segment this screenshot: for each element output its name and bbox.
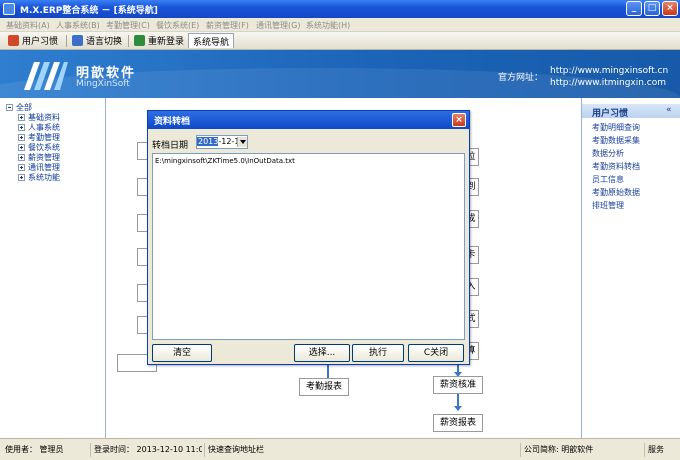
status-service: 服务 (644, 443, 678, 457)
language-icon (72, 35, 83, 46)
official-url-2[interactable]: http://www.itmingxin.com (550, 78, 666, 88)
flow-arrow (454, 394, 462, 411)
expand-icon[interactable] (18, 164, 25, 171)
relogin-label: 重新登录 (148, 37, 185, 47)
expand-icon[interactable] (18, 154, 25, 161)
menu-basic-data[interactable]: 基础资料(A) (6, 20, 50, 31)
language-label: 语言切换 (86, 37, 123, 47)
dialog-title: 资料转档 (154, 117, 191, 127)
tree-item-label: 系统功能 (28, 173, 60, 182)
user-habits-panel-header: 用户习惯 « (582, 104, 680, 119)
shortcut-attendance-detail[interactable]: 考勤明细查询 (592, 122, 640, 133)
module-tree: 全部 基础资料 人事系统 考勤管理 餐饮系统 薪资管理 通讯管理 系统功能 (0, 98, 106, 438)
menu-attendance[interactable]: 考勤管理(C) (106, 20, 150, 31)
panel-title: 用户习惯 (592, 109, 629, 119)
dialog-title-bar: 资料转档 × (148, 111, 469, 129)
shortcut-employee-info[interactable]: 员工信息 (592, 174, 624, 185)
toolbar-separator (66, 35, 67, 47)
dropdown-arrow-icon[interactable] (237, 137, 247, 147)
official-url-1[interactable]: http://www.mingxinsoft.cn (550, 66, 668, 76)
expand-icon[interactable] (18, 124, 25, 131)
menu-communication[interactable]: 通讯管理(G) (256, 20, 300, 31)
status-user: 使用者： 管理员 (5, 445, 64, 454)
tree-item-system[interactable]: 系统功能 (18, 172, 60, 183)
quick-query-input[interactable]: 快速查询地址栏 (204, 443, 266, 457)
dialog-close-icon[interactable]: × (452, 113, 466, 127)
tab-system-nav-label: 系统导航 (193, 37, 230, 48)
window-title-bar: M.X.ERP整合系统 － [系统导航] _ □ × (0, 0, 680, 18)
date-year-selected: 2013 (197, 137, 219, 146)
status-login-time: 登录时间： 2013-12-10 11:02 (90, 443, 202, 457)
user-habits-icon (8, 35, 19, 46)
relogin-icon (134, 35, 145, 46)
window-title: M.X.ERP整合系统 － [系统导航] (20, 6, 158, 16)
shortcut-data-analysis[interactable]: 数据分析 (592, 148, 624, 159)
maximize-button[interactable]: □ (644, 1, 660, 16)
expand-icon[interactable] (18, 134, 25, 141)
toolbar-separator (128, 35, 129, 47)
menu-catering[interactable]: 餐饮系统(E) (156, 20, 199, 31)
official-site-label: 官方网址： (498, 73, 544, 83)
shortcut-raw-data[interactable]: 考勤原始数据 (592, 187, 640, 198)
file-path-list[interactable]: E:\mingxinsoft\ZKTime5.0\InOutData.txt (152, 153, 465, 340)
shortcut-attendance-collect[interactable]: 考勤数据采集 (592, 135, 640, 146)
transfer-date-label: 转档日期 (152, 141, 189, 151)
expand-icon[interactable] (18, 114, 25, 121)
language-button[interactable]: 语言切换 (72, 33, 122, 48)
brand-banner: 明歆软件 MingXinSoft 官方网址： http://www.mingxi… (0, 50, 680, 98)
user-habits-button[interactable]: 用户习惯 (8, 33, 58, 48)
salary-check-box[interactable]: 薪资核准 (433, 376, 483, 394)
dialog-close-button[interactable]: C关闭 (408, 344, 464, 362)
collapse-icon[interactable]: « (666, 105, 672, 115)
attendance-report-box[interactable]: 考勤报表 (299, 378, 349, 396)
relogin-button[interactable]: 重新登录 (134, 33, 184, 48)
shortcut-data-transfer[interactable]: 考勤资料转档 (592, 161, 640, 172)
file-path-entry[interactable]: E:\mingxinsoft\ZKTime5.0\InOutData.txt (155, 157, 295, 165)
expand-icon[interactable] (18, 174, 25, 181)
toolbar: 用户习惯 语言切换 重新登录 系统导航 (0, 32, 680, 50)
salary-report-box[interactable]: 薪资报表 (433, 414, 483, 432)
user-habits-label: 用户习惯 (22, 37, 59, 47)
menu-bar: 基础资料(A) 人事系统(B) 考勤管理(C) 餐饮系统(E) 薪资管理(F) … (0, 18, 680, 32)
shortcut-shift-management[interactable]: 排班管理 (592, 200, 624, 211)
app-icon (3, 3, 15, 15)
collapse-icon[interactable] (6, 104, 13, 111)
menu-salary[interactable]: 薪资管理(F) (206, 20, 249, 31)
data-transfer-dialog: 资料转档 × 转档日期 2013-12-10 E:\mingxinsoft\ZK… (147, 110, 470, 365)
mingxin-logo-icon (24, 62, 68, 90)
menu-system[interactable]: 系统功能(H) (306, 20, 350, 31)
status-bar: 使用者： 管理员 登录时间： 2013-12-10 11:02 快速查询地址栏 … (0, 438, 680, 460)
choose-button[interactable]: 选择... (294, 344, 350, 362)
brand-name-en: MingXinSoft (76, 79, 130, 89)
transfer-date-picker[interactable]: 2013-12-10 (196, 135, 248, 149)
minimize-button[interactable]: _ (626, 1, 642, 16)
menu-hr[interactable]: 人事系统(B) (56, 20, 100, 31)
execute-button[interactable]: 执行 (352, 344, 404, 362)
expand-icon[interactable] (18, 144, 25, 151)
user-habits-panel: 用户习惯 « 考勤明细查询 考勤数据采集 数据分析 考勤资料转档 员工信息 考勤… (581, 98, 680, 438)
tab-system-nav[interactable]: 系统导航 (188, 33, 235, 48)
close-button[interactable]: × (662, 1, 678, 16)
clear-button[interactable]: 清空 (152, 344, 212, 362)
status-company: 公司简称: 明歆软件 (520, 443, 642, 457)
